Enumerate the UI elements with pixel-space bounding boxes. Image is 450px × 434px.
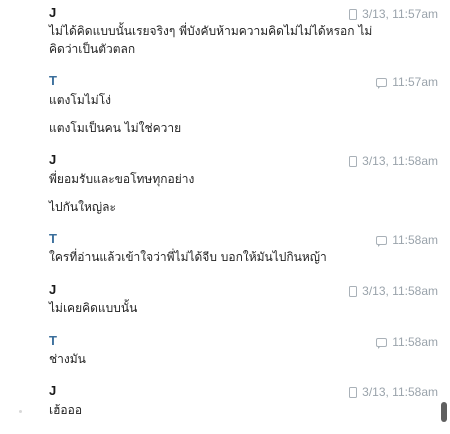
message-text: พี่ยอมรับและขอโทษทุกอย่าง [49, 172, 195, 186]
message-text: ไปกันใหญ่ละ [49, 200, 116, 214]
sender-name: J [49, 152, 57, 167]
phone-icon [349, 8, 358, 20]
timestamp: 3/13, 11:58am [362, 385, 438, 399]
timestamp: 11:57am [392, 75, 438, 89]
message-meta: 3/13, 11:58am [349, 385, 438, 399]
sender-name: J [49, 383, 57, 398]
timestamp: 11:58am [392, 233, 438, 247]
timestamp: 3/13, 11:58am [362, 284, 438, 298]
message-text: เฮ้อออ [49, 403, 83, 417]
message-meta: 3/13, 11:58am [349, 154, 438, 168]
message-meta: 11:58am [376, 335, 438, 349]
message-text: ช่างมัน [49, 352, 86, 366]
sender-name: J [49, 5, 57, 20]
message-meta: 3/13, 11:58am [349, 284, 438, 298]
timestamp: 3/13, 11:57am [362, 7, 438, 21]
sender-name: J [49, 282, 57, 297]
sender-name: T [49, 73, 57, 88]
message-text: ไม่ได้คิดแบบนั้นเรยจริงๆ พี่บังคับห้ามคว… [49, 24, 373, 38]
message-meta: 11:57am [376, 75, 438, 89]
chat-log: J 3/13, 11:57am ไม่ได้คิดแบบนั้นเรยจริงๆ… [0, 0, 438, 434]
message-text: แตงโมเป็นคน ไม่ใช่ควาย [49, 121, 182, 135]
decorative-dot [19, 410, 22, 413]
phone-icon [349, 386, 358, 398]
timestamp: 3/13, 11:58am [362, 154, 438, 168]
message-text: ใครที่อ่านแล้วเข้าใจว่าพี่ไม่ได้จีบ บอกใ… [49, 250, 327, 264]
chat-bubble-icon [376, 235, 388, 247]
chat-bubble-icon [376, 77, 388, 89]
vertical-scrollbar[interactable] [438, 0, 450, 434]
phone-icon [349, 285, 358, 297]
phone-icon [349, 155, 358, 167]
timestamp: 11:58am [392, 335, 438, 349]
message-text: ไม่เคยคิดแบบนั้น [49, 301, 138, 315]
message-meta: 3/13, 11:57am [349, 7, 438, 21]
message-text: คิดว่าเป็นตัวตลก [49, 42, 136, 56]
chat-bubble-icon [376, 337, 388, 349]
message-text: แตงโมไม่โง่ [49, 93, 111, 107]
message-meta: 11:58am [376, 233, 438, 247]
sender-name: T [49, 333, 57, 348]
scrollbar-thumb[interactable] [441, 402, 447, 422]
sender-name: T [49, 231, 57, 246]
